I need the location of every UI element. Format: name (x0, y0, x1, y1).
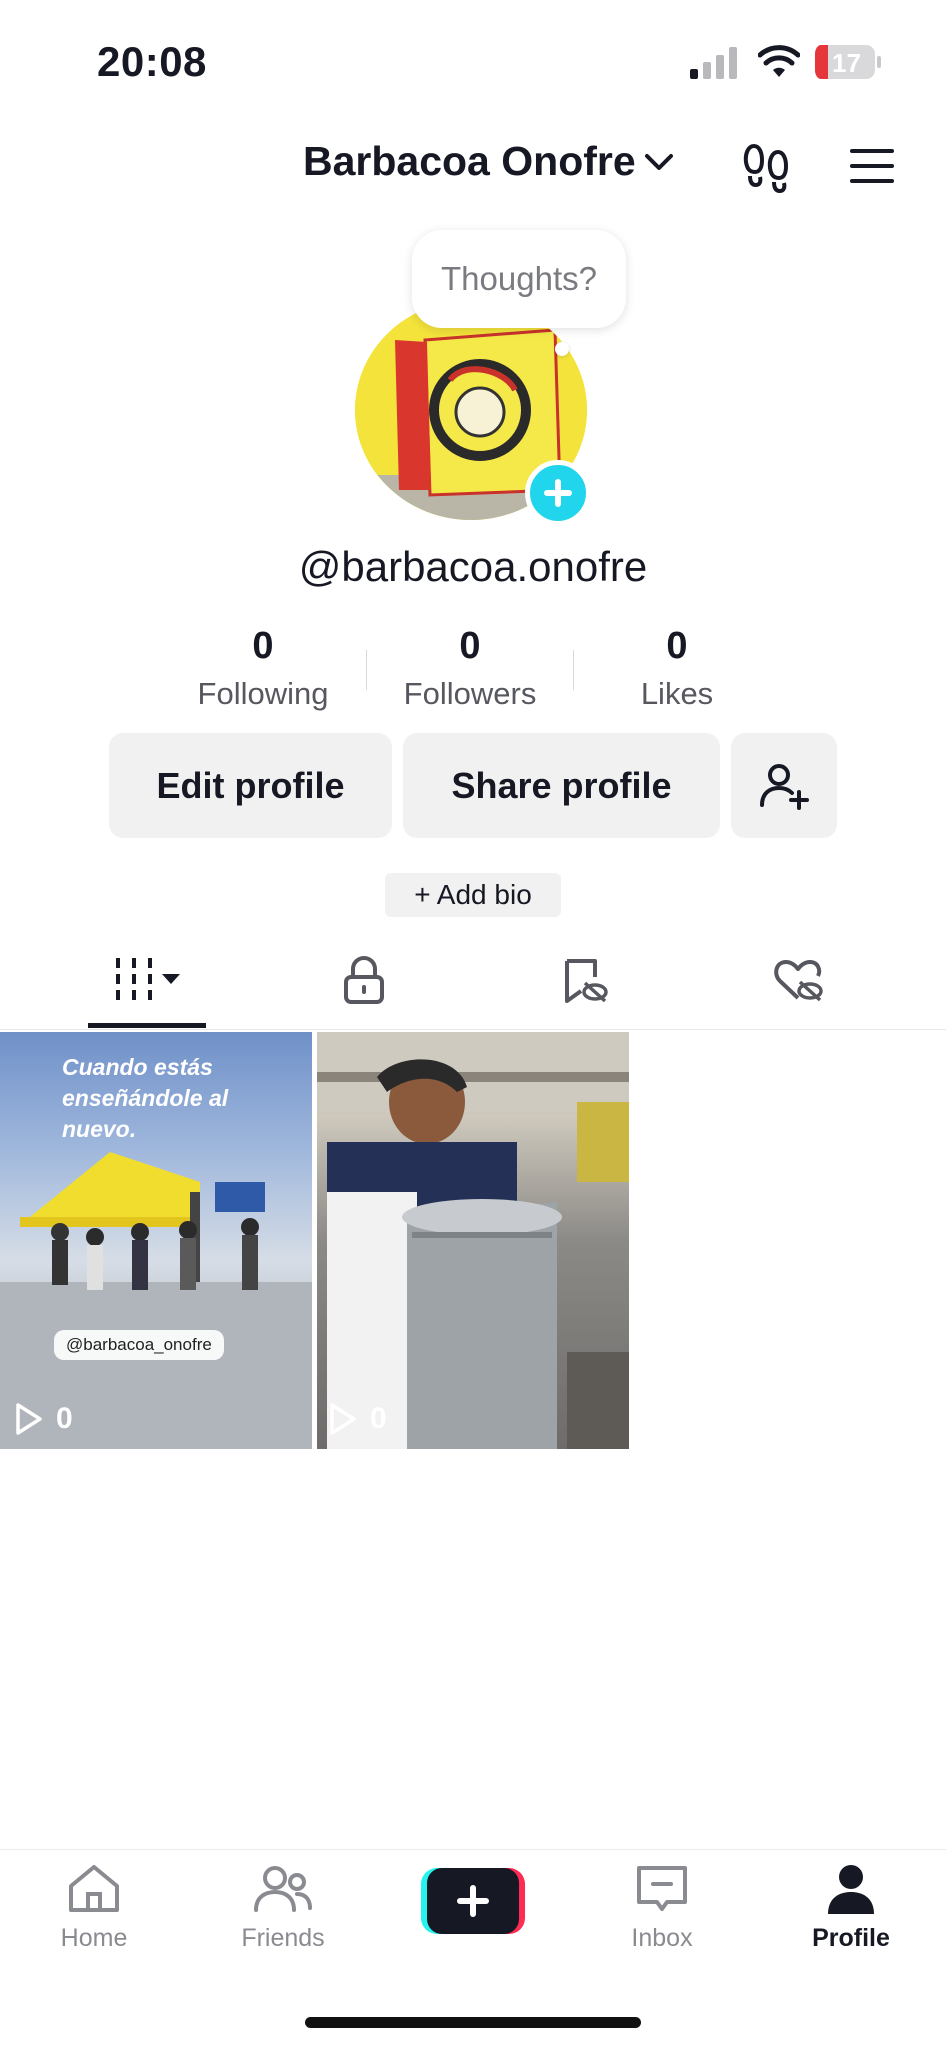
likes-count: 0 (666, 625, 688, 667)
view-count: 0 (56, 1402, 73, 1435)
following-label: Following (197, 676, 329, 711)
lock-icon (344, 956, 384, 1004)
footprint-icon[interactable] (740, 142, 792, 194)
following-count: 0 (252, 625, 274, 667)
nav-home[interactable]: Home (24, 1862, 164, 1962)
plus-icon (544, 479, 572, 507)
thought-bubble-tail (555, 342, 569, 356)
nav-friends[interactable]: Friends (213, 1862, 353, 1962)
add-story-button[interactable] (525, 460, 591, 526)
hamburger-menu-icon[interactable] (848, 146, 896, 186)
edit-profile-button[interactable]: Edit profile (109, 733, 392, 838)
play-icon (16, 1403, 42, 1435)
profile-stats: 0 Following 0 Followers 0 Likes (160, 625, 780, 715)
view-count: 0 (370, 1402, 387, 1435)
followers-count: 0 (459, 625, 481, 667)
thoughts-bubble[interactable]: Thoughts? (412, 230, 626, 328)
bookmark-hidden-icon (565, 959, 608, 1003)
tab-videos[interactable] (88, 940, 208, 1020)
add-bio-button[interactable]: + Add bio (385, 873, 561, 917)
tab-saved[interactable] (524, 940, 644, 1020)
video-caption: Cuando estás enseñándole al nuevo. (62, 1054, 229, 1142)
status-time: 20:08 (97, 38, 207, 85)
video-watermark-tag: @barbacoa_onofre (54, 1330, 224, 1360)
video-thumbnail-2[interactable] (317, 1032, 629, 1449)
caret-down-icon (162, 974, 180, 984)
battery-level: 17 (832, 48, 861, 78)
active-tab-indicator (88, 1023, 206, 1028)
video-views-1: 0 (14, 1402, 73, 1436)
followers-label: Followers (403, 676, 537, 711)
nav-profile[interactable]: Profile (781, 1862, 921, 1962)
bottom-nav-divider (0, 1849, 946, 1850)
stat-followers[interactable]: 0 Followers (367, 625, 573, 715)
stat-following[interactable]: 0 Following (160, 625, 366, 715)
tab-divider (0, 1029, 946, 1030)
account-name: Barbacoa Onofre (303, 138, 636, 184)
battery-icon: 17 (814, 44, 882, 80)
videos-grid-icon (116, 958, 180, 1000)
nav-inbox-label: Inbox (631, 1924, 693, 1952)
stat-likes[interactable]: 0 Likes (574, 625, 780, 715)
cellular-signal-icon (690, 47, 737, 79)
wifi-icon (758, 45, 800, 77)
add-user-icon (760, 763, 809, 810)
profile-handle: @barbacoa.onofre (298, 543, 648, 590)
account-switcher[interactable]: Barbacoa Onofre (303, 138, 674, 185)
nav-home-label: Home (60, 1924, 128, 1952)
video-views-2: 0 (328, 1402, 387, 1436)
add-friends-button[interactable] (731, 733, 837, 838)
nav-friends-label: Friends (241, 1924, 325, 1952)
tab-private[interactable] (304, 940, 424, 1020)
chevron-down-icon (644, 153, 673, 170)
home-icon (69, 1865, 119, 1912)
thumbnail-scene (317, 1032, 629, 1449)
profile-icon (828, 1865, 874, 1914)
inbox-icon (637, 1866, 687, 1911)
play-icon (330, 1403, 356, 1435)
heart-hidden-icon (774, 960, 823, 1002)
tab-liked[interactable] (738, 940, 858, 1020)
create-post-button[interactable] (421, 1868, 525, 1934)
home-indicator[interactable] (305, 2017, 641, 2028)
likes-label: Likes (640, 676, 714, 711)
nav-profile-label: Profile (812, 1924, 890, 1952)
friends-icon (254, 1866, 312, 1912)
share-profile-button[interactable]: Share profile (403, 733, 720, 838)
nav-inbox[interactable]: Inbox (592, 1862, 732, 1962)
